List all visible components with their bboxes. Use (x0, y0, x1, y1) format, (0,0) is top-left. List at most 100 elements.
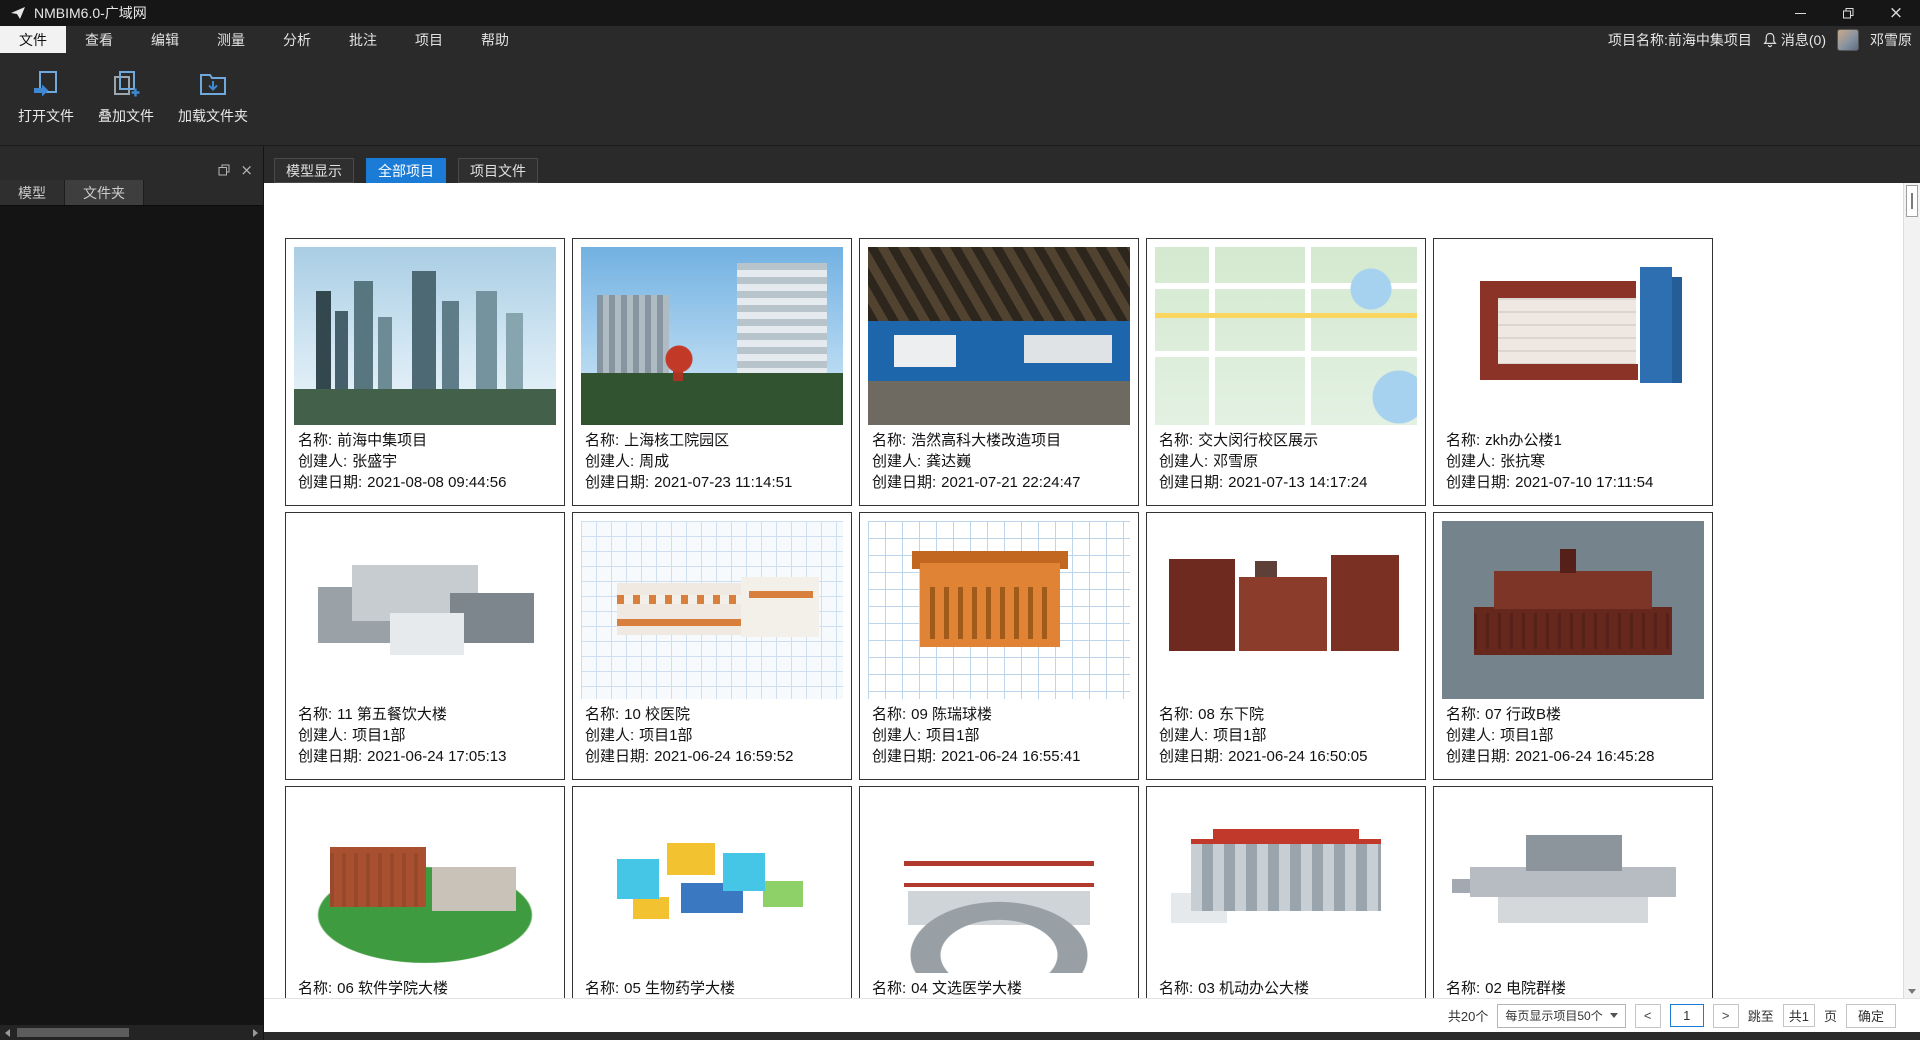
menu-item-project[interactable]: 项目 (396, 26, 462, 53)
project-card[interactable]: 名称:08 东下院 创建人:项目1部 创建日期:2021-06-24 16:50… (1146, 512, 1426, 780)
project-creator: 张盛宇 (352, 453, 397, 470)
project-created: 2021-07-10 17:11:54 (1515, 474, 1653, 491)
creator-field-label: 创建人: (1159, 453, 1208, 470)
menu-item-annotate[interactable]: 批注 (330, 26, 396, 53)
confirm-button[interactable]: 确定 (1846, 1004, 1896, 1028)
project-card[interactable]: 名称:11 第五餐饮大楼 创建人:项目1部 创建日期:2021-06-24 17… (285, 512, 565, 780)
tab-model-display[interactable]: 模型显示 (274, 158, 354, 183)
minimize-icon (1795, 13, 1806, 14)
bell-icon (1763, 32, 1777, 48)
vertical-scrollbar[interactable] (1903, 183, 1920, 998)
close-button[interactable]: × (1872, 0, 1920, 26)
name-field-label: 名称: (585, 706, 619, 723)
menubar: 文件 查看 编辑 测量 分析 批注 项目 帮助 项目名称:前海中集项目 消息(0… (0, 26, 1920, 53)
name-field-label: 名称: (585, 432, 619, 449)
created-field-label: 创建日期: (298, 474, 362, 491)
project-created: 2021-07-21 22:24:47 (941, 474, 1080, 491)
restore-button[interactable] (1824, 0, 1872, 26)
toolbar: 打开文件 叠加文件 加载文件夹 (0, 53, 1920, 146)
project-created: 2021-07-23 11:14:51 (654, 474, 792, 491)
project-meta: 名称:07 行政B楼 创建人:项目1部 创建日期:2021-06-24 16:4… (1434, 699, 1712, 767)
sidebar-tabs: 模型 文件夹 (0, 180, 263, 205)
sidebar-tab-folder[interactable]: 文件夹 (65, 180, 144, 205)
project-card[interactable]: 名称:前海中集项目 创建人:张盛宇 创建日期:2021-08-08 09:44:… (285, 238, 565, 506)
project-card[interactable]: 名称:交大闵行校区展示 创建人:邓雪原 创建日期:2021-07-13 14:1… (1146, 238, 1426, 506)
project-thumbnail (868, 521, 1130, 699)
panel-close-button[interactable]: × (240, 163, 253, 178)
creator-field-label: 创建人: (1446, 453, 1495, 470)
scroll-left-button[interactable] (0, 1025, 15, 1040)
user-name[interactable]: 邓雪原 (1870, 30, 1912, 50)
creator-field-label: 创建人: (585, 727, 634, 744)
overlay-file-icon (111, 69, 141, 99)
project-meta: 名称:04 文选医学大楼 创建人: 创建日期: (860, 973, 1138, 998)
created-field-label: 创建日期: (872, 748, 936, 765)
project-card[interactable]: 名称:05 生物药学大楼 创建人: 创建日期: (572, 786, 852, 998)
project-card[interactable]: 名称:浩然高科大楼改造项目 创建人:龚达巍 创建日期:2021-07-21 22… (859, 238, 1139, 506)
workarea: × 模型 文件夹 模型显示 全部项目 项目文件 (0, 146, 1920, 1040)
creator-field-label: 创建人: (298, 453, 347, 470)
project-creator: 项目1部 (639, 727, 692, 744)
vertical-scrollbar-thumb[interactable] (1906, 185, 1918, 217)
jump-page-input[interactable]: 共1 (1783, 1004, 1815, 1027)
sidebar-tab-model[interactable]: 模型 (0, 180, 65, 205)
project-name: 10 校医院 (624, 706, 690, 723)
project-card[interactable]: 名称:zkh办公楼1 创建人:张抗寒 创建日期:2021-07-10 17:11… (1433, 238, 1713, 506)
project-name: 05 生物药学大楼 (624, 980, 735, 997)
project-card[interactable]: 名称:02 电院群楼 创建人: 创建日期: (1433, 786, 1713, 998)
creator-field-label: 创建人: (872, 727, 921, 744)
page-size-select[interactable]: 每页显示项目50个 (1497, 1004, 1625, 1028)
scroll-right-button[interactable] (248, 1025, 263, 1040)
next-page-button[interactable]: > (1713, 1004, 1739, 1028)
menu-item-edit[interactable]: 编辑 (132, 26, 198, 53)
tab-project-files[interactable]: 项目文件 (458, 158, 538, 183)
menu-item-help[interactable]: 帮助 (462, 26, 528, 53)
project-meta: 名称:11 第五餐饮大楼 创建人:项目1部 创建日期:2021-06-24 17… (286, 699, 564, 767)
scroll-down-button[interactable] (1904, 989, 1920, 994)
project-meta: 名称:09 陈瑞球楼 创建人:项目1部 创建日期:2021-06-24 16:5… (860, 699, 1138, 767)
project-thumbnail (581, 795, 843, 973)
project-card[interactable]: 名称:03 机动办公大楼 创建人: 创建日期: (1146, 786, 1426, 998)
titlebar: NMBIM6.0-广域网 × (0, 0, 1920, 26)
project-created: 2021-06-24 16:50:05 (1228, 748, 1367, 765)
prev-page-button[interactable]: < (1635, 1004, 1661, 1028)
user-avatar[interactable] (1837, 29, 1859, 51)
horizontal-scrollbar-thumb[interactable] (17, 1028, 129, 1037)
minimize-button[interactable] (1776, 0, 1824, 26)
created-field-label: 创建日期: (585, 474, 649, 491)
current-page-input[interactable]: 1 (1670, 1004, 1704, 1027)
project-name: 06 软件学院大楼 (337, 980, 448, 997)
project-thumbnail (868, 247, 1130, 425)
name-field-label: 名称: (298, 980, 332, 997)
project-card[interactable]: 名称:上海核工院园区 创建人:周成 创建日期:2021-07-23 11:14:… (572, 238, 852, 506)
project-card[interactable]: 名称:10 校医院 创建人:项目1部 创建日期:2021-06-24 16:59… (572, 512, 852, 780)
project-thumbnail (1442, 795, 1704, 973)
sidebar-horizontal-scrollbar[interactable] (0, 1025, 263, 1040)
project-card[interactable]: 名称:06 软件学院大楼 创建人: 创建日期: (285, 786, 565, 998)
project-meta: 名称:前海中集项目 创建人:张盛宇 创建日期:2021-08-08 09:44:… (286, 425, 564, 493)
project-thumbnail (868, 795, 1130, 973)
menu-item-analyze[interactable]: 分析 (264, 26, 330, 53)
project-thumbnail (1442, 521, 1704, 699)
jump-to-label: 跳至 (1748, 1006, 1774, 1025)
project-card[interactable]: 名称:07 行政B楼 创建人:项目1部 创建日期:2021-06-24 16:4… (1433, 512, 1713, 780)
project-name: 上海核工院园区 (624, 432, 729, 449)
name-field-label: 名称: (1446, 980, 1480, 997)
menu-item-measure[interactable]: 测量 (198, 26, 264, 53)
project-card[interactable]: 名称:09 陈瑞球楼 创建人:项目1部 创建日期:2021-06-24 16:5… (859, 512, 1139, 780)
menu-item-file[interactable]: 文件 (0, 26, 66, 53)
project-card[interactable]: 名称:04 文选医学大楼 创建人: 创建日期: (859, 786, 1139, 998)
load-folder-button[interactable]: 加载文件夹 (168, 61, 258, 134)
name-field-label: 名称: (298, 706, 332, 723)
project-grid: 名称:前海中集项目 创建人:张盛宇 创建日期:2021-08-08 09:44:… (285, 238, 1713, 998)
tab-all-projects[interactable]: 全部项目 (366, 158, 446, 183)
messages-count-label: 消息(0) (1781, 30, 1826, 50)
overlay-file-button[interactable]: 叠加文件 (88, 61, 164, 134)
menu-item-view[interactable]: 查看 (66, 26, 132, 53)
load-folder-icon (198, 69, 228, 99)
created-field-label: 创建日期: (298, 748, 362, 765)
panel-float-button[interactable] (218, 164, 230, 176)
open-file-button[interactable]: 打开文件 (8, 61, 84, 134)
creator-field-label: 创建人: (585, 453, 634, 470)
messages-button[interactable]: 消息(0) (1763, 30, 1826, 50)
